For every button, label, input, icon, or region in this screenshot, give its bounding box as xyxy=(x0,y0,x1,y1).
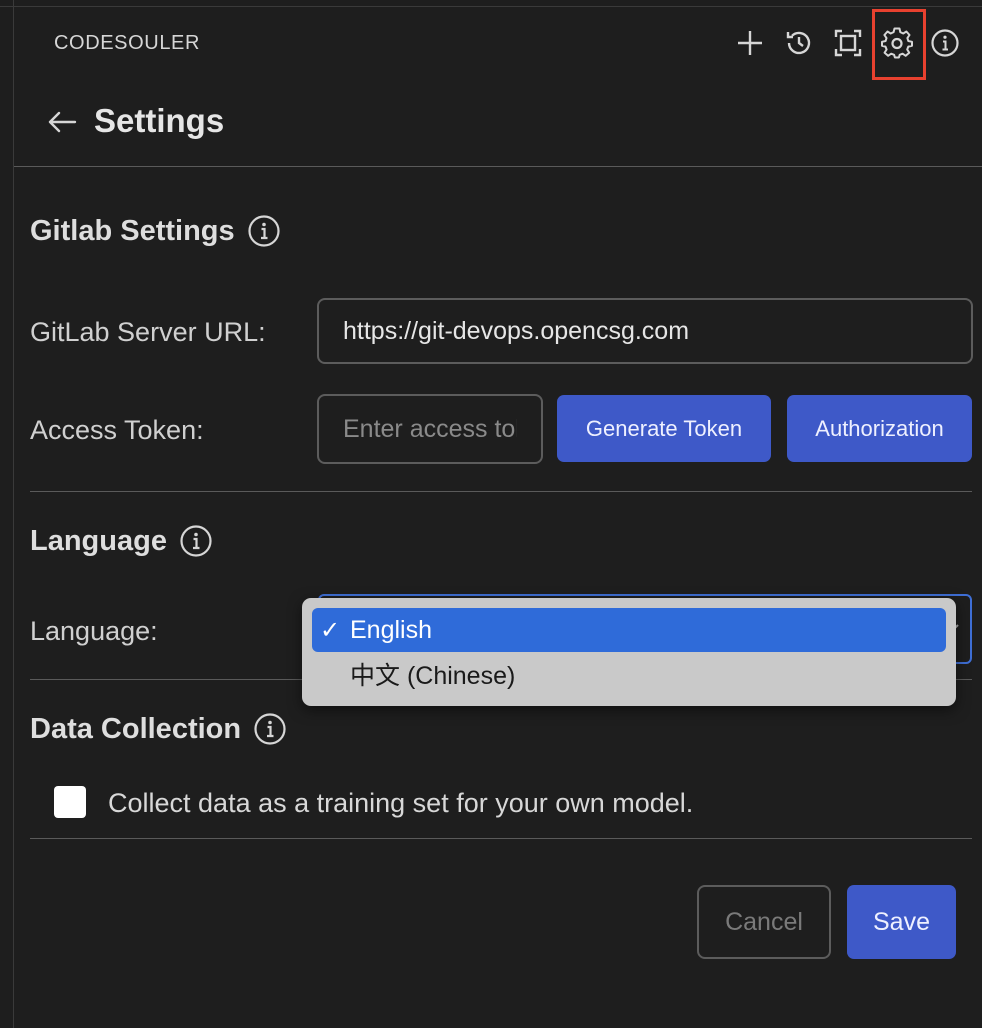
language-field-label: Language: xyxy=(30,616,158,646)
data-collection-divider xyxy=(30,838,972,839)
gitlab-divider xyxy=(30,491,972,492)
panel-top-border xyxy=(0,6,982,7)
checkmark-icon: ✓ xyxy=(320,616,341,644)
data-collection-checkbox-label: Collect data as a training set for your … xyxy=(108,788,694,818)
language-info-icon[interactable] xyxy=(179,524,213,558)
plus-icon[interactable] xyxy=(730,23,770,63)
data-collection-title-text: Data Collection xyxy=(30,712,242,745)
gitlab-info-icon[interactable] xyxy=(247,214,281,248)
gitlab-settings-section-title: Gitlab Settings xyxy=(30,214,281,248)
authorization-button[interactable]: Authorization xyxy=(787,395,972,462)
language-dropdown-menu: ✓ English 中文 (Chinese) xyxy=(302,598,956,706)
server-url-input[interactable] xyxy=(317,298,973,364)
maximize-icon[interactable] xyxy=(828,23,868,63)
panel-left-border xyxy=(13,0,14,1028)
server-url-label: GitLab Server URL: xyxy=(30,317,266,347)
language-option-label: 中文 (Chinese) xyxy=(350,662,516,690)
language-title-text: Language xyxy=(30,524,167,557)
cancel-button[interactable]: Cancel xyxy=(697,885,831,959)
data-collection-checkbox[interactable] xyxy=(54,786,86,818)
access-token-label: Access Token: xyxy=(30,415,204,445)
language-option-english[interactable]: ✓ English xyxy=(312,608,946,652)
gear-highlight-box xyxy=(872,9,926,80)
save-button[interactable]: Save xyxy=(847,885,956,959)
settings-panel: CODESOULER Settings Gitlab Settings GitL… xyxy=(0,0,982,1028)
info-icon[interactable] xyxy=(925,23,965,63)
language-option-label: English xyxy=(350,615,432,644)
gitlab-settings-title-text: Gitlab Settings xyxy=(30,214,235,247)
back-arrow-icon[interactable] xyxy=(44,104,80,140)
data-collection-section-title: Data Collection xyxy=(30,712,287,746)
language-option-chinese[interactable]: 中文 (Chinese) xyxy=(312,652,946,696)
generate-token-button[interactable]: Generate Token xyxy=(557,395,771,462)
app-title: CODESOULER xyxy=(54,32,201,54)
header-divider xyxy=(14,166,982,167)
history-icon[interactable] xyxy=(779,23,819,63)
language-section-title: Language xyxy=(30,524,213,558)
access-token-input[interactable] xyxy=(317,394,543,464)
data-collection-info-icon[interactable] xyxy=(253,712,287,746)
page-title: Settings xyxy=(94,102,225,139)
